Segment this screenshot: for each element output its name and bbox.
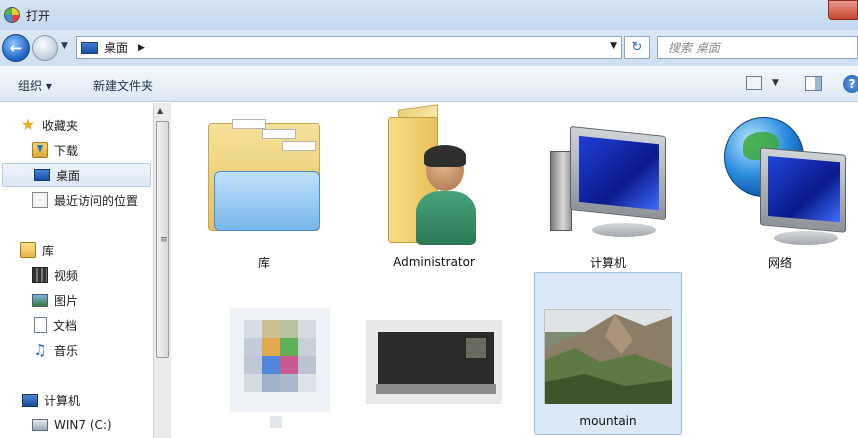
file-item-label: Administrator (393, 255, 475, 269)
nav-item-label: 桌面 (56, 168, 81, 183)
nav-computer-label: 计算机 (44, 393, 81, 408)
mountain-image-thumbnail (544, 309, 672, 404)
nav-item-pictures[interactable]: 图片 (0, 288, 153, 312)
file-item-network[interactable]: 网络 (706, 111, 854, 271)
nav-item-recent-places[interactable]: 最近访问的位置 (0, 188, 153, 212)
nav-item-label: 视频 (54, 268, 79, 283)
file-item-mountain[interactable]: mountain (534, 272, 682, 435)
picture-icon (32, 293, 48, 307)
nav-item-downloads[interactable]: 下载 (0, 138, 153, 162)
file-item-label: 库 (257, 256, 270, 270)
back-arrow-icon: ← (9, 39, 23, 57)
computer-icon (542, 111, 674, 248)
window-title: 打开 (26, 8, 51, 23)
star-icon: ★ (20, 115, 36, 134)
nav-item-desktop[interactable]: 桌面 (2, 163, 151, 187)
file-item-label: mountain (579, 414, 637, 428)
forward-button[interactable] (32, 35, 58, 61)
back-button[interactable]: ← (2, 34, 30, 62)
recent-places-icon (32, 192, 48, 208)
breadcrumb-location[interactable]: 桌面 (104, 39, 128, 56)
nav-favorites-label: 收藏夹 (42, 118, 79, 133)
view-options-icon[interactable] (746, 76, 762, 90)
scroll-up-arrow-icon[interactable]: ▲ (157, 106, 163, 115)
libraries-icon (20, 242, 36, 258)
file-item-blurred-2[interactable] (358, 298, 506, 438)
history-dropdown-icon[interactable]: ▼ (61, 41, 68, 51)
desktop-icon (34, 169, 50, 181)
nav-computer[interactable]: 计算机 (0, 388, 153, 412)
address-row: ← ▼ 桌面 ▶ ▼ ↻ 搜索 桌面 (0, 30, 858, 66)
title-bar: 打开 (0, 0, 858, 30)
music-icon: ♫ (33, 341, 47, 359)
nav-item-music[interactable]: ♫ 音乐 (0, 338, 153, 362)
app-icon (4, 7, 20, 23)
download-folder-icon (32, 142, 48, 158)
address-bar[interactable]: 桌面 ▶ ▼ (76, 36, 622, 59)
blurred-file-icon (362, 298, 502, 428)
refresh-button[interactable]: ↻ (624, 36, 650, 59)
file-item-label: 网络 (767, 256, 792, 270)
address-dropdown-icon[interactable]: ▼ (610, 41, 617, 51)
file-item-blurred-1[interactable] (202, 298, 350, 438)
computer-icon (22, 393, 38, 407)
drive-icon (32, 419, 48, 431)
nav-item-label: 文档 (53, 318, 78, 333)
help-icon[interactable]: ? (843, 75, 858, 93)
view-dropdown-icon[interactable]: ▼ (772, 78, 779, 88)
close-button[interactable] (828, 0, 858, 20)
nav-item-label: 下载 (54, 143, 79, 158)
libraries-folder-icon (208, 111, 320, 231)
nav-item-documents[interactable]: 文档 (0, 313, 153, 337)
nav-item-drive-c[interactable]: WIN7 (C:) (0, 413, 153, 437)
file-item-libraries[interactable]: 库 (190, 111, 338, 271)
desktop-icon (81, 41, 98, 54)
blurred-file-icon (216, 298, 336, 428)
navigation-pane: ★ 收藏夹 下载 桌面 最近访问的位置 库 视频 图片 文档 ♫ 音乐 计算机 … (0, 103, 153, 438)
toolbar: 组织 ▾ 新建文件夹 ▼ ? (0, 66, 858, 102)
organize-button[interactable]: 组织 ▾ (18, 77, 52, 94)
nav-item-label: WIN7 (C:) (54, 418, 112, 432)
document-icon (34, 317, 47, 333)
nav-favorites[interactable]: ★ 收藏夹 (20, 113, 153, 137)
nav-item-videos[interactable]: 视频 (0, 263, 153, 287)
nav-item-label: 图片 (54, 293, 79, 308)
scroll-grip-icon: ≡ (160, 235, 168, 245)
breadcrumb-chevron-icon[interactable]: ▶ (138, 43, 145, 53)
file-item-administrator[interactable]: Administrator (360, 104, 508, 271)
nav-item-label: 最近访问的位置 (54, 193, 139, 208)
refresh-icon: ↻ (631, 40, 643, 55)
new-folder-button[interactable]: 新建文件夹 (93, 77, 153, 94)
user-folder-icon (378, 104, 490, 247)
preview-pane-icon[interactable] (805, 76, 822, 91)
file-list: 库 Administrator 计算机 网络 mountain (172, 103, 858, 438)
network-icon (714, 111, 846, 248)
search-input[interactable]: 搜索 桌面 (657, 36, 858, 59)
nav-item-label: 音乐 (54, 343, 79, 358)
file-item-label: 计算机 (589, 256, 626, 270)
video-icon (32, 267, 48, 283)
nav-libraries[interactable]: 库 (0, 238, 153, 262)
scroll-thumb[interactable]: ≡ (156, 121, 169, 358)
search-placeholder: 搜索 桌面 (668, 41, 720, 55)
file-item-computer[interactable]: 计算机 (534, 111, 682, 271)
nav-libraries-label: 库 (42, 243, 55, 258)
nav-scrollbar[interactable]: ▲ ≡ (153, 103, 171, 438)
